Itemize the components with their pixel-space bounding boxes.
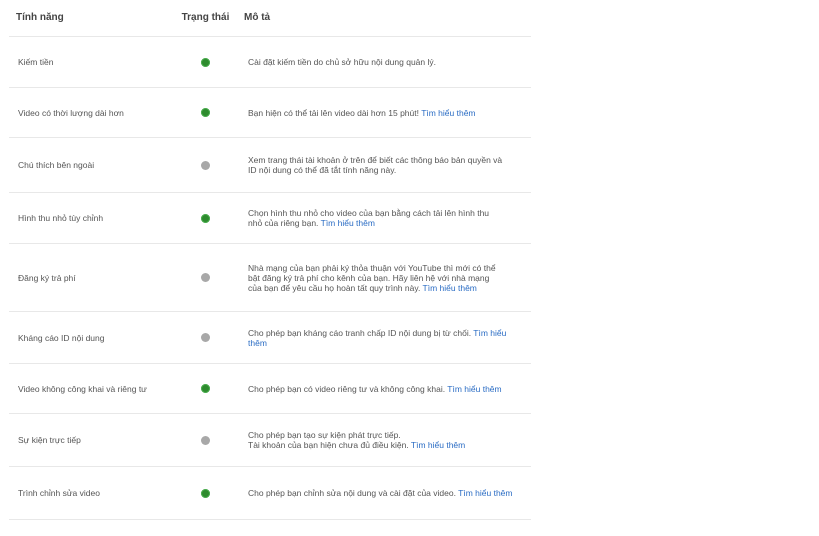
learn-more-link[interactable]: Tìm hiểu thêm: [321, 218, 375, 228]
feature-rows: Kiếm tiền Cài đặt kiếm tiền do chủ sở hữu…: [9, 37, 531, 520]
status-disabled-icon: [201, 160, 210, 170]
status-enabled-icon: [201, 57, 210, 67]
description-text: Cho phép bạn chỉnh sửa nội dung và cài đ…: [248, 488, 459, 498]
feature-description: Cài đặt kiếm tiền do chủ sở hữu nội dung…: [244, 57, 531, 67]
feature-description: Xem trang thái tài khoản ở trên để biết …: [244, 155, 531, 175]
header-status: Trạng thái: [181, 12, 230, 23]
feature-name: Kiếm tiền: [18, 57, 54, 67]
description-text: Nhà mạng của bạn phải ký thỏa thuận với …: [248, 262, 496, 273]
description-text: Bạn hiện có thể tải lên video dài hơn 15…: [248, 107, 422, 118]
status-enabled-icon: [201, 108, 210, 117]
feature-description: Bạn hiện có thể tải lên video dài hơn 15…: [244, 108, 531, 118]
table-row: Trình chỉnh sửa video Cho phép bạn chỉnh …: [9, 467, 531, 520]
description-line: Cho phép bạn tạo sự kiện phát trực tiếp.: [248, 430, 525, 440]
status-cell: [167, 435, 244, 445]
table-row: Sự kiện trực tiếp Cho phép bạn tạo sự kiệ…: [9, 414, 531, 467]
status-disabled-icon: [201, 333, 210, 342]
status-cell: [167, 160, 244, 170]
learn-more-link[interactable]: Tìm hiểu thêm: [458, 488, 512, 498]
table-row: Chú thích bên ngoài Xem trang thái tài kh…: [9, 138, 531, 193]
feature-description: Cho phép bạn tạo sự kiện phát trực tiếp.…: [244, 430, 531, 450]
description-line: ID nội dung có thể đã tắt tính năng này.: [248, 165, 525, 175]
feature-description: Cho phép bạn chỉnh sửa nội dung và cài đ…: [244, 488, 531, 498]
description-text: Tài khoản của bạn hiện chưa đủ điều kiện…: [248, 440, 411, 450]
status-enabled-icon: [201, 384, 210, 393]
table-header: Tính năng Trạng thái Mô tả: [9, 0, 531, 37]
description-line: Xem trang thái tài khoản ở trên để biết …: [248, 155, 525, 165]
table-row: Đăng ký trả phí Nhà mạng của bạn phải ký …: [9, 244, 531, 312]
feature-name: Trình chỉnh sửa video: [18, 488, 100, 498]
status-cell: [167, 384, 244, 393]
description-line: Bạn hiện có thể tải lên video dài hơn 15…: [248, 108, 525, 118]
table-row: Kiếm tiền Cài đặt kiếm tiền do chủ sở hữu…: [9, 37, 531, 88]
learn-more-link[interactable]: Tìm hiểu thêm: [411, 440, 465, 450]
feature-name: Video không công khai và riêng tư: [18, 383, 147, 394]
status-disabled-icon: [201, 435, 210, 445]
header-description: Mô tả: [244, 12, 271, 23]
feature-name: Chú thích bên ngoài: [18, 160, 95, 170]
description-text: bật đăng ký trả phí cho kênh của bạn. Hã…: [248, 272, 490, 283]
description-text: Cho phép bạn có video riêng tư và không …: [248, 383, 448, 394]
status-cell: [167, 57, 244, 67]
feature-description: Cho phép bạn có video riêng tư và không …: [244, 384, 531, 394]
table-row: Kháng cáo ID nội dung Cho phép bạn kháng …: [9, 312, 531, 364]
description-line: nhỏ của riêng bạn. Tìm hiểu thêm: [248, 218, 525, 228]
status-enabled-icon: [201, 213, 210, 223]
status-disabled-icon: [201, 273, 210, 282]
learn-more-link[interactable]: Tìm hiểu thêm: [423, 283, 477, 293]
feature-name: Sự kiện trực tiếp: [18, 435, 81, 445]
description-line: Nhà mạng của bạn phải ký thỏa thuận với …: [248, 263, 525, 273]
description-text: ID nội dung có thể đã tắt tính năng này.: [248, 165, 397, 175]
feature-description: Nhà mạng của bạn phải ký thỏa thuận với …: [244, 263, 531, 293]
table-row: Video không công khai và riêng tư Cho phé…: [9, 364, 531, 414]
description-line: Cài đặt kiếm tiền do chủ sở hữu nội dung…: [248, 57, 525, 67]
feature-name: Video có thời lượng dài hơn: [18, 107, 124, 118]
description-line: Cho phép bạn có video riêng tư và không …: [248, 384, 525, 394]
description-text: Cho phép bạn tạo sự kiện phát trực tiếp.: [248, 430, 401, 440]
learn-more-link[interactable]: Tìm hiểu thêm: [447, 384, 501, 394]
learn-more-link[interactable]: Tìm hiểu thêm: [421, 108, 475, 118]
feature-name: Kháng cáo ID nội dung: [18, 332, 105, 343]
feature-description: Cho phép bạn kháng cáo tranh chấp ID nội…: [244, 328, 531, 348]
status-cell: [167, 333, 244, 342]
status-cell: [167, 488, 244, 498]
description-text: Cho phép bạn kháng cáo tranh chấp ID nội…: [248, 327, 474, 338]
description-line: Chọn hình thu nhỏ cho video của bạn bằng…: [248, 208, 525, 218]
description-line: Cho phép bạn kháng cáo tranh chấp ID nội…: [248, 328, 525, 348]
description-text: của bạn để yêu cầu họ hoàn tất quy trình…: [248, 282, 423, 293]
status-cell: [167, 108, 244, 117]
description-text: Xem trang thái tài khoản ở trên để biết …: [248, 155, 503, 165]
feature-name: Đăng ký trả phí: [18, 272, 76, 283]
description-text: Chọn hình thu nhỏ cho video của bạn bằng…: [248, 208, 490, 218]
feature-description: Chọn hình thu nhỏ cho video của bạn bằng…: [244, 208, 531, 228]
table-row: Video có thời lượng dài hơn Bạn hiện có t…: [9, 88, 531, 138]
table-row: Hình thu nhỏ tùy chỉnh Chọn hình thu nhỏ …: [9, 193, 531, 244]
status-cell: [167, 273, 244, 282]
description-line: của bạn để yêu cầu họ hoàn tất quy trình…: [248, 283, 525, 293]
description-text: Cài đặt kiếm tiền do chủ sở hữu nội dung…: [248, 57, 436, 67]
description-line: Cho phép bạn chỉnh sửa nội dung và cài đ…: [248, 488, 525, 498]
description-text: nhỏ của riêng bạn.: [248, 218, 321, 228]
feature-name: Hình thu nhỏ tùy chỉnh: [18, 213, 104, 223]
status-cell: [167, 213, 244, 223]
features-table: Tính năng Trạng thái Mô tả Kiếm tiền Cài …: [9, 0, 531, 520]
status-enabled-icon: [201, 488, 210, 498]
description-line: Tài khoản của bạn hiện chưa đủ điều kiện…: [248, 440, 525, 450]
header-feature: Tính năng: [16, 12, 64, 23]
description-line: bật đăng ký trả phí cho kênh của bạn. Hã…: [248, 273, 525, 283]
